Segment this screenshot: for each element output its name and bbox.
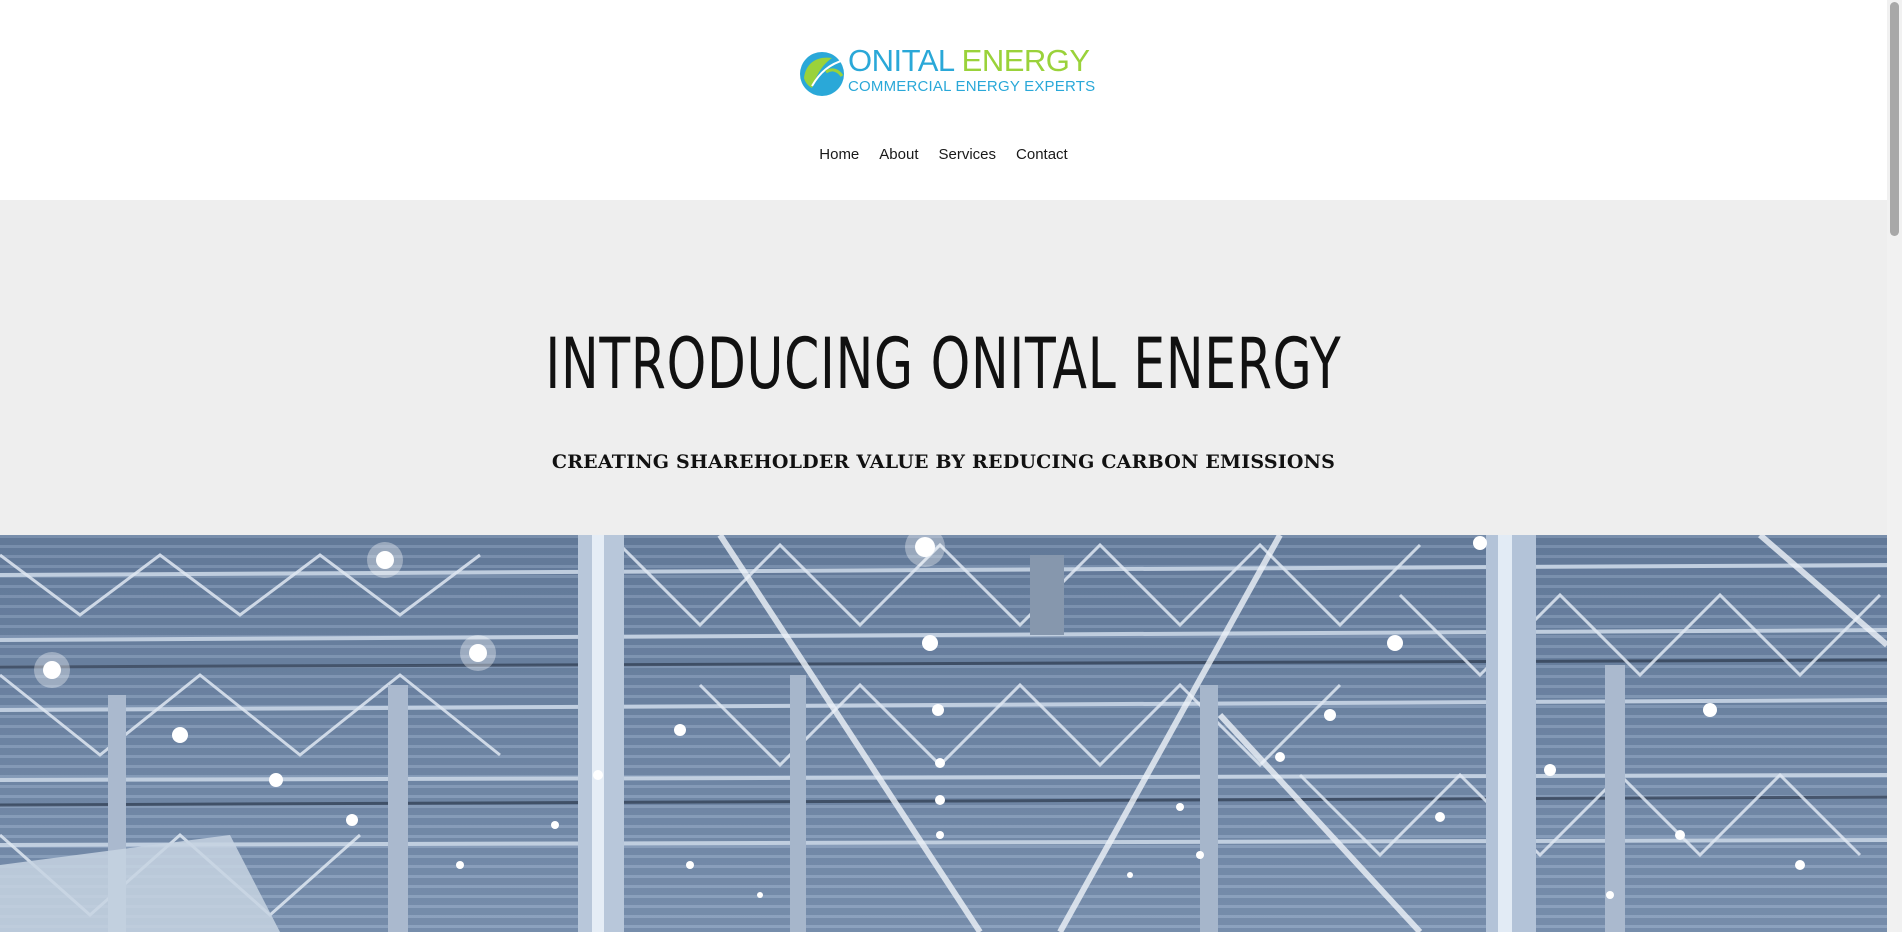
nav-item-services[interactable]: Services bbox=[928, 145, 1006, 165]
site-logo[interactable]: ONITAL ENERGY COMMERCIAL ENERGY EXPERTS bbox=[796, 44, 1095, 100]
intro-title: INTRODUCING ONITAL ENERGY bbox=[545, 323, 1342, 405]
logo-tagline: COMMERCIAL ENERGY EXPERTS bbox=[848, 78, 1096, 95]
nav-item-contact[interactable]: Contact bbox=[1006, 145, 1078, 165]
intro-subtitle: CREATING SHAREHOLDER VALUE BY REDUCING C… bbox=[551, 451, 1336, 473]
intro-section: INTRODUCING ONITAL ENERGY CREATING SHARE… bbox=[0, 200, 1887, 535]
scrollbar-thumb[interactable] bbox=[1890, 2, 1899, 236]
page-scrollbar[interactable] bbox=[1887, 0, 1902, 932]
hero-image bbox=[0, 535, 1887, 932]
warehouse-ceiling-image bbox=[0, 535, 1887, 932]
main-nav: Home About Services Contact bbox=[0, 145, 1887, 165]
logo-word-energy: ENERGY bbox=[961, 43, 1090, 78]
logo-word-onital: ONITAL bbox=[848, 43, 954, 78]
nav-item-home[interactable]: Home bbox=[809, 145, 869, 165]
logo-title: ONITAL ENERGY bbox=[848, 45, 1090, 77]
page: ONITAL ENERGY COMMERCIAL ENERGY EXPERTS … bbox=[0, 0, 1902, 932]
nav-item-about[interactable]: About bbox=[869, 145, 928, 165]
site-header: ONITAL ENERGY COMMERCIAL ENERGY EXPERTS … bbox=[0, 0, 1887, 200]
leaf-globe-icon bbox=[800, 52, 845, 96]
